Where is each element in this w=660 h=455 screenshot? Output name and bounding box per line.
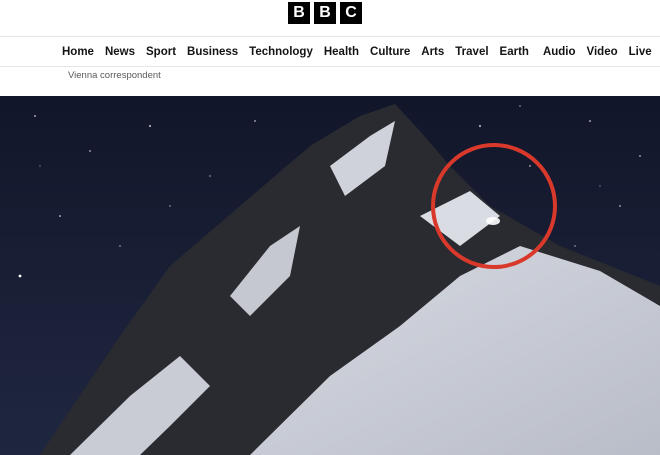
- nav-item-video[interactable]: Video: [587, 46, 618, 58]
- logo-block-b2: B: [314, 2, 336, 24]
- byline: Vienna correspondent: [0, 67, 660, 97]
- nav-item-travel[interactable]: Travel: [455, 46, 488, 58]
- logo-block-c: C: [340, 2, 362, 24]
- nav-item-culture[interactable]: Culture: [370, 46, 410, 58]
- nav-item-home[interactable]: Home: [62, 46, 94, 58]
- nav-item-health[interactable]: Health: [324, 46, 359, 58]
- nav-item-arts[interactable]: Arts: [421, 46, 444, 58]
- primary-nav: Home News Sport Business Technology Heal…: [0, 37, 660, 67]
- headlamp-light: [486, 217, 500, 225]
- nav-item-audio[interactable]: Audio: [543, 46, 576, 58]
- bbc-logo[interactable]: B B C: [288, 2, 362, 24]
- masthead: B B C: [0, 0, 660, 37]
- logo-block-b1: B: [288, 2, 310, 24]
- nav-item-earth[interactable]: Earth: [500, 46, 529, 58]
- byline-role: Vienna correspondent: [68, 70, 161, 81]
- nav-item-technology[interactable]: Technology: [249, 46, 313, 58]
- nav-item-news[interactable]: News: [105, 46, 135, 58]
- mountain-photo: [0, 96, 660, 455]
- nav-item-business[interactable]: Business: [187, 46, 238, 58]
- nav-item-live[interactable]: Live: [629, 46, 652, 58]
- hero-image: [0, 96, 660, 455]
- nav-item-sport[interactable]: Sport: [146, 46, 176, 58]
